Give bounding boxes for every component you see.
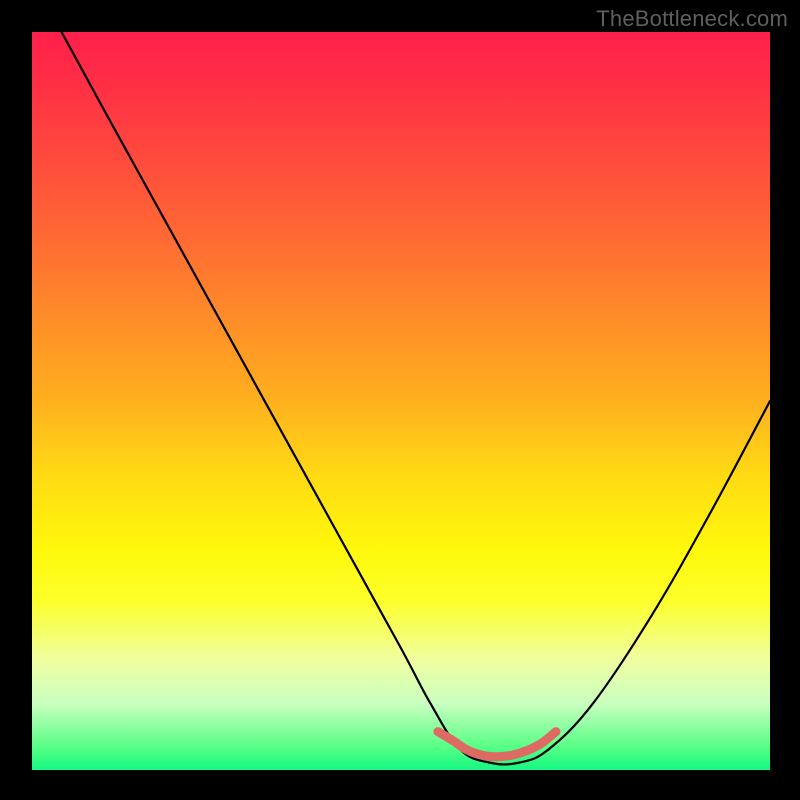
plot-area xyxy=(32,32,770,770)
bottleneck-chart: TheBottleneck.com xyxy=(0,0,800,800)
curve-svg xyxy=(32,32,770,770)
bottleneck-curve-path xyxy=(62,32,770,764)
optimal-marker-path xyxy=(438,732,556,757)
watermark-text: TheBottleneck.com xyxy=(596,6,788,32)
